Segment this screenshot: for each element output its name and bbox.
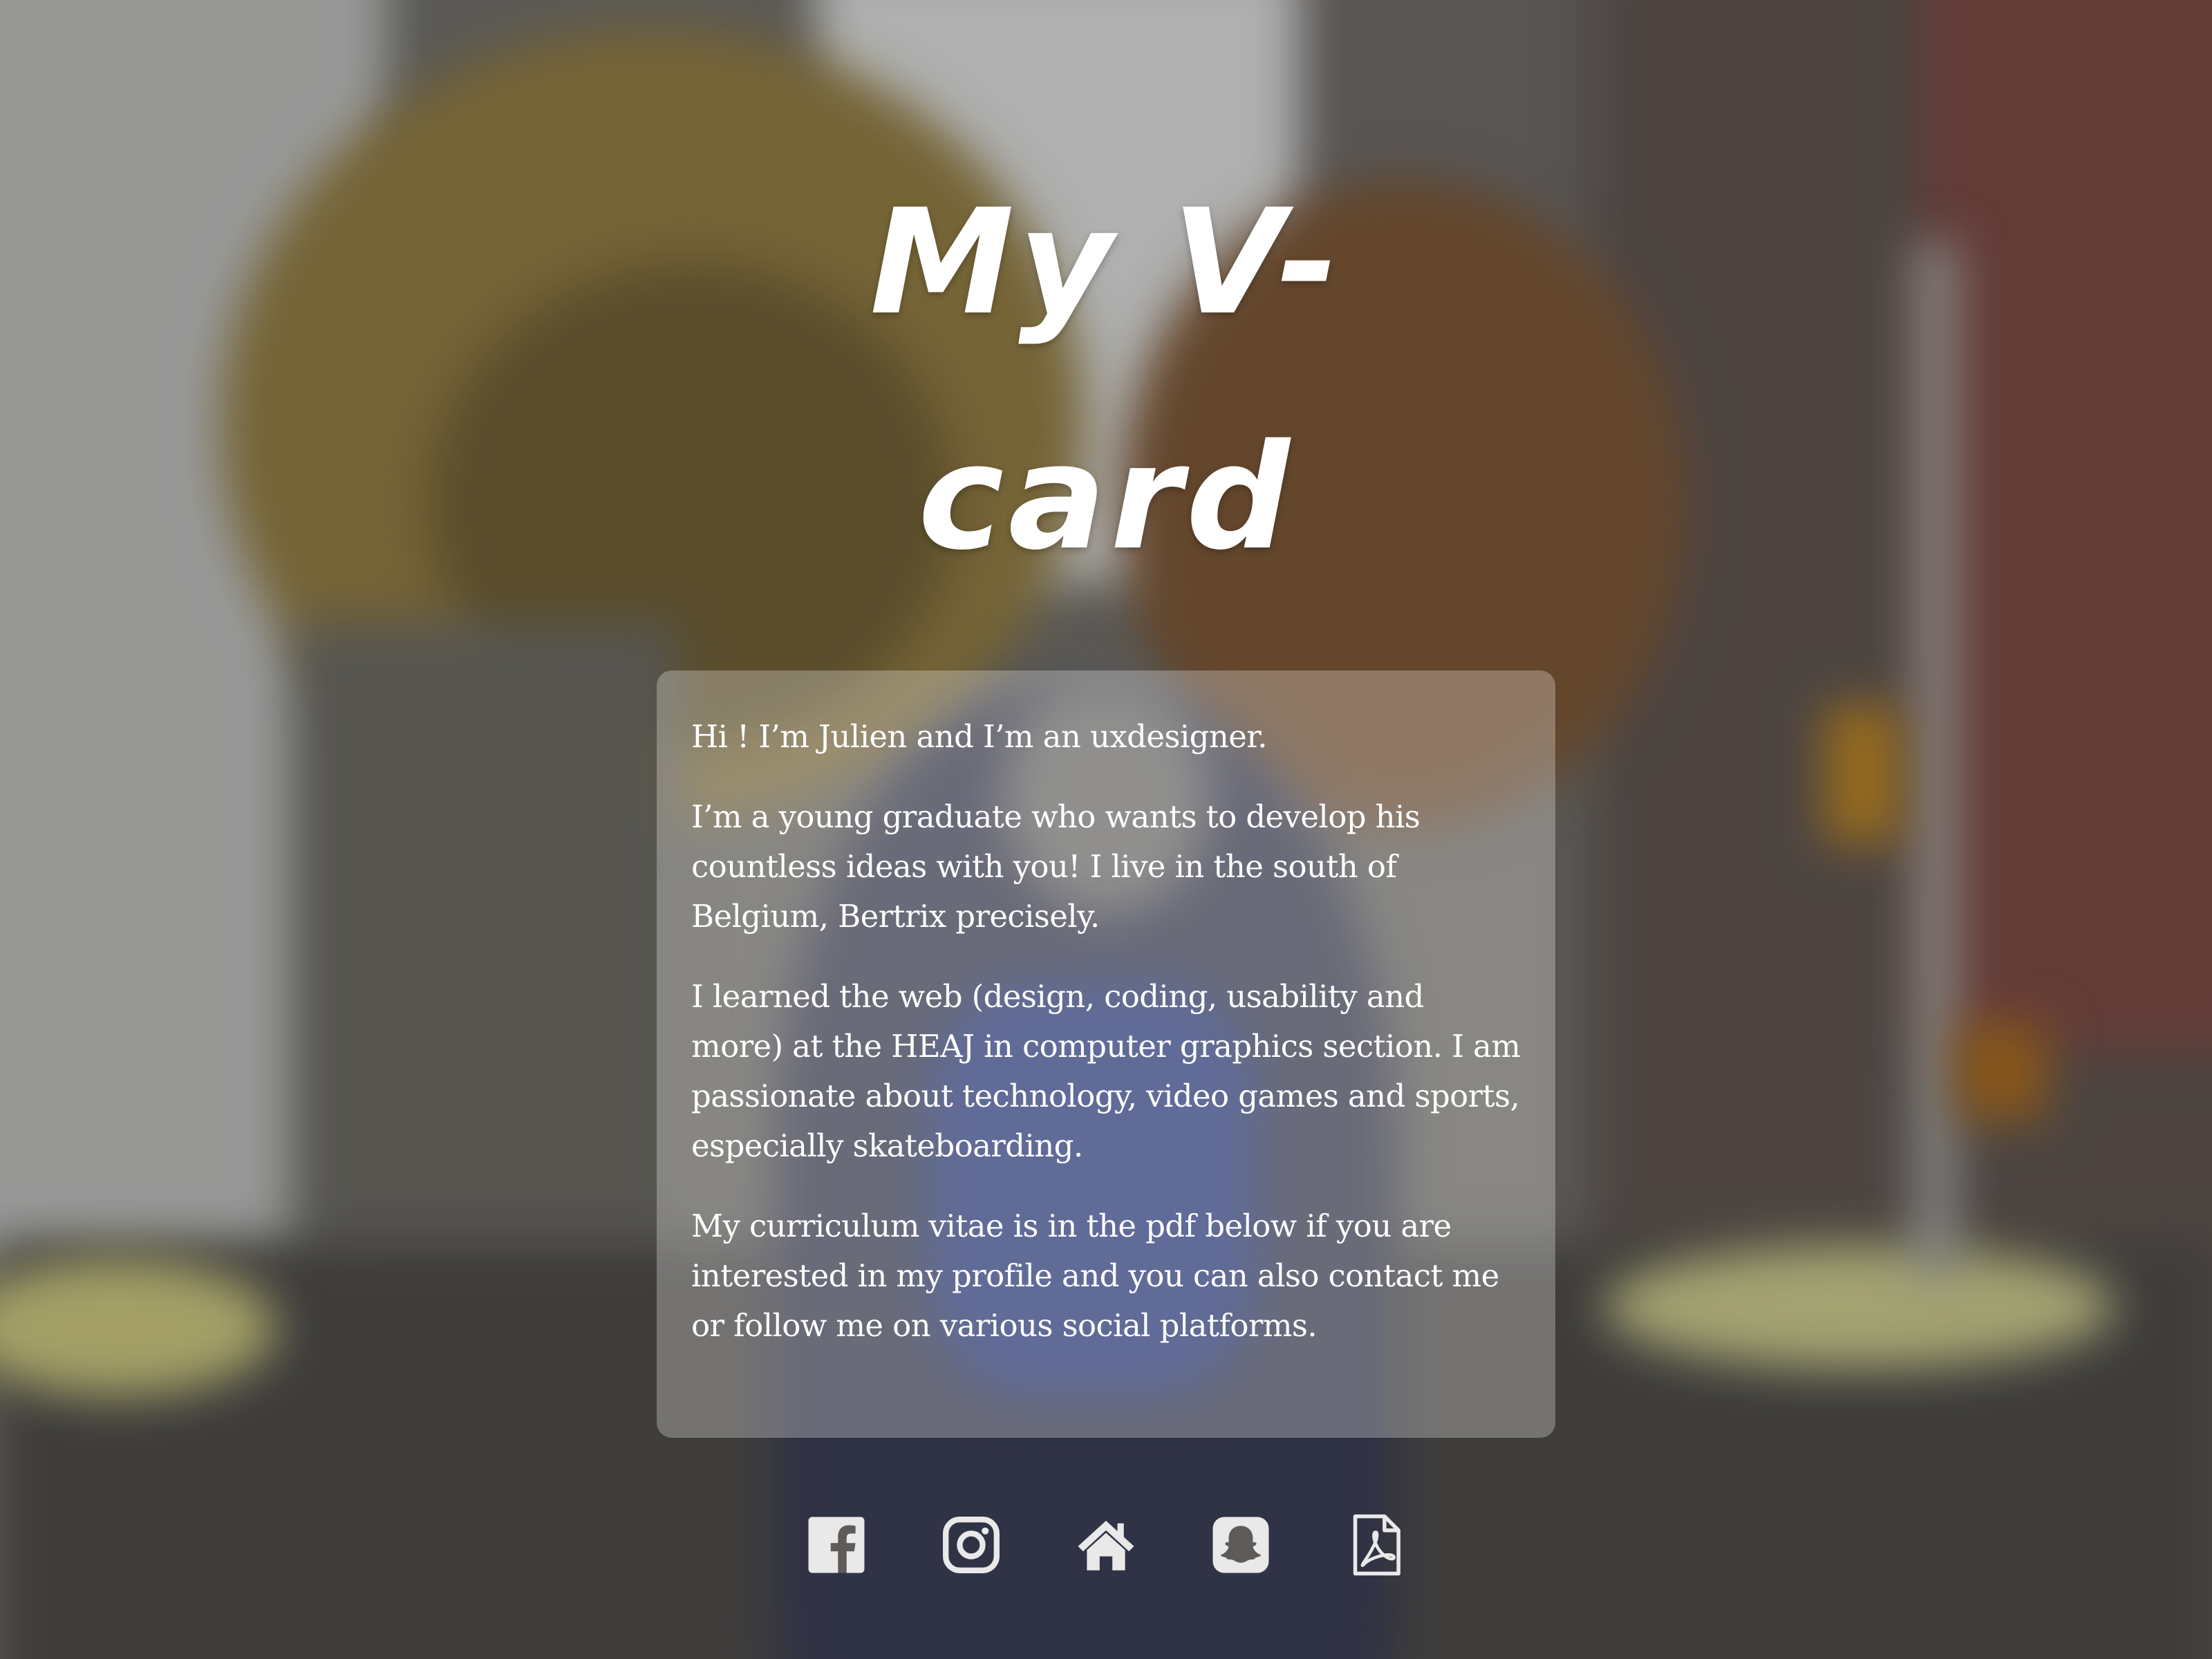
facebook-link[interactable] [802,1510,871,1580]
instagram-link[interactable] [937,1510,1006,1580]
pdf-icon [1353,1514,1400,1576]
snapchat-icon [1212,1517,1269,1573]
intro-paragraph: I’m a young graduate who wants to develo… [691,798,1421,935]
intro-paragraph: Hi ! I’m Julien and I’m an uxdesigner. [691,718,1268,755]
instagram-icon [943,1517,1000,1573]
intro-card: Hi ! I’m Julien and I’m an uxdesigner. I… [657,671,1555,1438]
intro-paragraph: I learned the web (design, coding, usabi… [691,978,1521,1164]
home-link[interactable] [1071,1510,1141,1580]
facebook-icon [808,1517,865,1573]
intro-paragraph: My curriculum vitae is in the pdf below … [691,1208,1499,1344]
home-icon [1078,1521,1134,1571]
social-links [802,1507,1410,1583]
snapchat-link[interactable] [1206,1510,1275,1580]
page-title: My V-card [870,178,1342,582]
cv-pdf-link[interactable] [1341,1510,1410,1580]
